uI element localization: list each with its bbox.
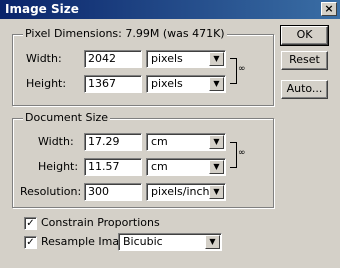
document-width-unit-select[interactable]: cm ▼ [146,133,226,151]
pixel-height-label: Height: [26,77,67,90]
dropdown-arrow-icon[interactable]: ▼ [205,235,220,249]
reset-button[interactable]: Reset [281,51,328,70]
chain-link-icon: ∞ [238,64,246,74]
dropdown-arrow-icon[interactable]: ▼ [209,160,224,174]
dropdown-arrow-icon[interactable]: ▼ [209,135,224,149]
resample-image-checkbox[interactable]: ✓ [24,236,37,249]
pixel-width-unit-select[interactable]: pixels ▼ [146,50,226,68]
title-bar: Image Size × [0,0,340,19]
dropdown-arrow-icon[interactable]: ▼ [209,52,224,66]
pixel-width-input[interactable]: 2042 [84,50,142,68]
pixel-height-unit-select[interactable]: pixels ▼ [146,75,226,93]
pixel-width-label: Width: [26,52,62,65]
resolution-unit-value: pixels/inch [151,185,210,198]
resolution-input[interactable]: 300 [84,183,142,201]
document-height-label: Height: [38,160,79,173]
constrain-proportions-label[interactable]: Constrain Proportions [41,216,160,229]
document-link-bracket [230,142,237,168]
close-icon: × [324,2,334,15]
document-height-unit-value: cm [151,160,168,173]
pixel-height-input[interactable]: 1367 [84,75,142,93]
dropdown-arrow-icon[interactable]: ▼ [209,185,224,199]
dropdown-arrow-icon[interactable]: ▼ [209,77,224,91]
resample-method-select[interactable]: Bicubic ▼ [118,233,222,251]
window-title: Image Size [5,2,79,16]
chain-link-icon: ∞ [238,148,246,158]
constrain-proportions-checkbox[interactable]: ✓ [24,217,37,230]
check-icon: ✓ [26,237,35,248]
document-height-input[interactable]: 11.57 [84,158,142,176]
document-width-label: Width: [38,135,74,148]
document-height-unit-select[interactable]: cm ▼ [146,158,226,176]
resample-method-value: Bicubic [123,235,163,248]
resolution-label: Resolution: [20,185,82,198]
close-button[interactable]: × [321,2,337,16]
check-icon: ✓ [26,218,35,229]
ok-button[interactable]: OK [280,25,329,46]
resolution-unit-select[interactable]: pixels/inch ▼ [146,183,226,201]
pixel-link-bracket [230,58,237,84]
auto-button[interactable]: Auto... [281,80,328,99]
document-width-input[interactable]: 17.29 [84,133,142,151]
pixel-dimensions-label: Pixel Dimensions: 7.99M (was 471K) [23,27,227,40]
pixel-width-unit-value: pixels [151,52,183,65]
document-size-label: Document Size [23,111,111,124]
document-width-unit-value: cm [151,135,168,148]
pixel-height-unit-value: pixels [151,77,183,90]
